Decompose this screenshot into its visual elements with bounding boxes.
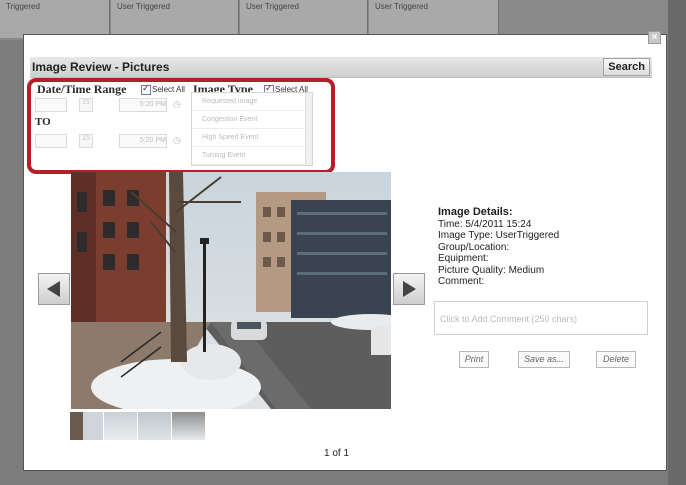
previous-image-button[interactable] xyxy=(38,273,70,305)
details-time: Time: 5/4/2011 15:24 xyxy=(438,218,532,230)
right-arrow-icon xyxy=(403,281,416,297)
details-equipment: Equipment: xyxy=(438,253,489,264)
filter-panel: Date/Time Range ✓ Select All Image Type … xyxy=(27,78,335,174)
page-indicator: 1 of 1 xyxy=(324,448,350,459)
date-select-all-label: Select All xyxy=(152,85,185,94)
background-cell: User Triggered xyxy=(240,0,368,38)
to-day-spinner[interactable]: 15 xyxy=(79,134,93,148)
dialog-titlebar: Image Review - Pictures Search xyxy=(30,57,652,78)
to-clock-icon[interactable]: ◷ xyxy=(173,135,181,146)
review-photo xyxy=(71,172,391,409)
thumbnail[interactable] xyxy=(172,412,205,440)
to-label: TO xyxy=(35,116,51,128)
search-button[interactable]: Search xyxy=(603,58,650,76)
image-type-option[interactable]: Congestion Event xyxy=(192,111,312,129)
left-arrow-icon xyxy=(47,281,60,297)
delete-button[interactable]: Delete xyxy=(596,351,636,368)
details-comment-label: Comment: xyxy=(438,276,485,287)
to-time-field[interactable]: 5:20 PM xyxy=(119,134,167,148)
details-picture-quality: Picture Quality: Medium xyxy=(438,264,545,276)
close-icon[interactable]: × xyxy=(648,31,661,44)
image-type-scrollbar[interactable] xyxy=(305,93,312,165)
thumbnail[interactable] xyxy=(104,412,137,440)
to-date-field[interactable] xyxy=(35,134,67,148)
details-heading: Image Details: xyxy=(438,206,513,218)
background-cell: User Triggered xyxy=(369,0,499,38)
print-button[interactable]: Print xyxy=(459,351,489,368)
details-image-type: Image Type: UserTriggered xyxy=(438,230,560,241)
background-cell: User Triggered xyxy=(111,0,239,38)
image-type-option[interactable]: Turning Event xyxy=(192,147,312,165)
from-time-field[interactable]: 5:20 PM xyxy=(119,98,167,112)
save-as-button[interactable]: Save as... xyxy=(518,351,570,368)
image-details: Image Details: Time: 5/4/2011 15:24 Imag… xyxy=(438,206,560,288)
from-clock-icon[interactable]: ◷ xyxy=(173,99,181,110)
background-cell: Triggered xyxy=(0,0,110,38)
overlay-shade xyxy=(668,0,686,485)
from-day-spinner[interactable]: 15 xyxy=(79,98,93,112)
comment-input[interactable]: Click to Add Comment (250 chars) xyxy=(434,301,648,335)
next-image-button[interactable] xyxy=(393,273,425,305)
thumbnail[interactable] xyxy=(70,412,103,440)
from-date-field[interactable] xyxy=(35,98,67,112)
details-group-location: Group/Location: xyxy=(438,241,510,253)
dialog-title: Image Review - Pictures xyxy=(32,60,170,74)
image-review-dialog: × Image Review - Pictures Search Date/Ti… xyxy=(24,31,666,470)
date-range-label: Date/Time Range xyxy=(37,82,127,96)
thumbnail[interactable] xyxy=(138,412,171,440)
image-type-option[interactable]: Requested Image xyxy=(192,93,312,111)
image-type-list[interactable]: Requested Image Congestion Event High Sp… xyxy=(191,92,313,166)
date-select-all-checkbox[interactable]: ✓ xyxy=(141,83,151,95)
image-type-option[interactable]: High Speed Event xyxy=(192,129,312,147)
